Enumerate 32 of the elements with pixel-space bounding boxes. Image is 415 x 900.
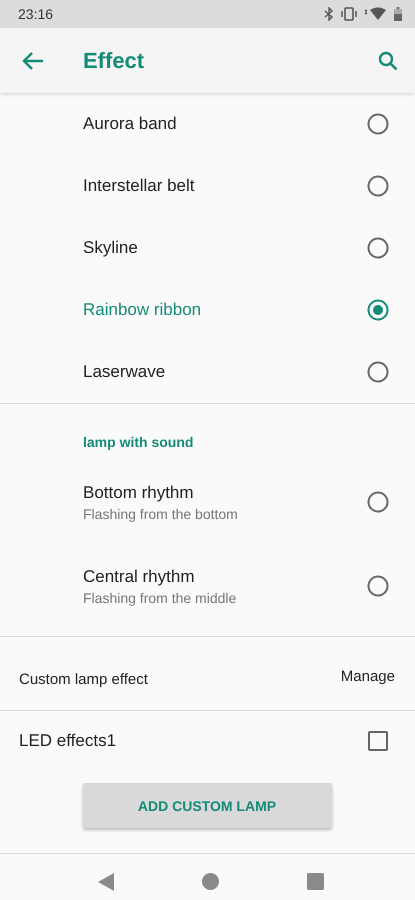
radio-button[interactable] bbox=[367, 361, 389, 383]
effect-option-label[interactable]: Aurora band bbox=[83, 114, 177, 134]
radio-button[interactable] bbox=[367, 237, 389, 259]
effect-option-label[interactable]: Rainbow ribbon bbox=[83, 300, 202, 320]
section-header: lamp with sound bbox=[82, 433, 194, 452]
bluetooth-icon bbox=[324, 7, 334, 21]
page-title: Effect bbox=[83, 48, 146, 74]
checkbox[interactable] bbox=[368, 731, 388, 751]
effect-option-label[interactable]: Interstellar belt bbox=[83, 176, 194, 196]
effect-option-label[interactable]: Central rhythm bbox=[83, 566, 236, 586]
option-summary: Flashing from the bottom bbox=[83, 506, 238, 522]
effect-option-label[interactable]: Bottom rhythm bbox=[83, 482, 238, 502]
home-nav-icon[interactable] bbox=[202, 873, 218, 890]
effect-option-label[interactable]: Skyline bbox=[83, 238, 138, 258]
battery-icon bbox=[394, 7, 402, 21]
option-summary: Flashing from the middle bbox=[83, 590, 236, 606]
manage-link[interactable]: Manage bbox=[340, 668, 395, 685]
back-arrow-icon[interactable] bbox=[22, 52, 44, 70]
search-icon[interactable] bbox=[378, 50, 398, 70]
radio-button[interactable] bbox=[367, 175, 389, 197]
recents-nav-icon[interactable] bbox=[306, 873, 324, 890]
radio-button[interactable] bbox=[367, 575, 389, 597]
effect-option-label[interactable]: Laserwave bbox=[83, 362, 166, 382]
back-nav-icon[interactable] bbox=[98, 872, 114, 890]
radio-button[interactable] bbox=[367, 299, 389, 321]
wifi-icon bbox=[364, 7, 388, 21]
status-time: 23:16 bbox=[18, 6, 54, 22]
radio-button[interactable] bbox=[367, 491, 389, 513]
section-label: Custom lamp effect bbox=[19, 671, 148, 688]
vibrate-icon bbox=[340, 7, 358, 21]
custom-effect-label: LED effects1 bbox=[19, 731, 116, 751]
radio-button[interactable] bbox=[367, 113, 389, 135]
